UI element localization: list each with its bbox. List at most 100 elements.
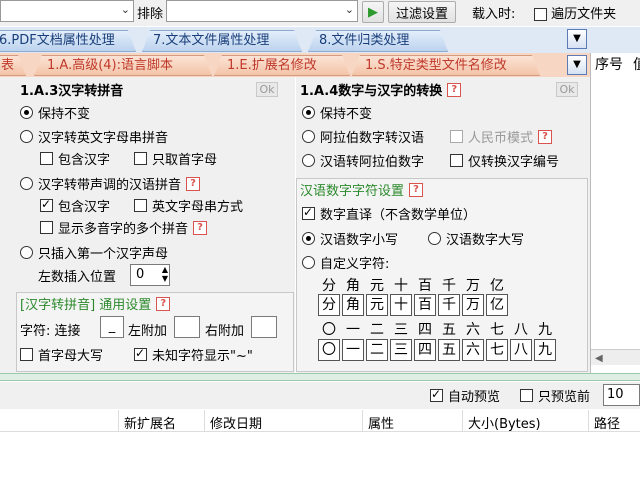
- unit-input[interactable]: 千: [438, 294, 460, 316]
- radio[interactable]: [20, 246, 33, 259]
- checkbox[interactable]: [134, 152, 147, 165]
- tab-classify[interactable]: 8.文件归类处理: [308, 30, 448, 52]
- digit-input[interactable]: 九: [534, 339, 556, 361]
- cb-literal[interactable]: 数字直译（不含数学单位）: [302, 204, 476, 223]
- digit-input[interactable]: 四: [414, 339, 436, 361]
- digit-input[interactable]: 三: [390, 339, 412, 361]
- unit-input[interactable]: 元: [366, 294, 388, 316]
- pinyin-ok-button[interactable]: Ok: [256, 82, 278, 97]
- radio[interactable]: [302, 106, 315, 119]
- cb-preview-only[interactable]: 只预览前: [520, 386, 590, 405]
- help-icon[interactable]: ?: [193, 220, 208, 235]
- digit-input[interactable]: 七: [486, 339, 508, 361]
- preview-count-input[interactable]: 10: [603, 384, 640, 406]
- checkbox[interactable]: [40, 221, 53, 234]
- checkbox[interactable]: [40, 152, 53, 165]
- filter-settings-button[interactable]: 过滤设置: [388, 1, 456, 23]
- left-pos-spinner[interactable]: 0 ▲ ▼: [130, 264, 170, 286]
- exclude-combo[interactable]: ⌄: [166, 0, 358, 22]
- unit-input[interactable]: 万: [462, 294, 484, 316]
- checkbox[interactable]: [450, 154, 463, 167]
- cn-group-title: 汉语数字字符设置: [300, 184, 405, 199]
- radio[interactable]: [302, 130, 315, 143]
- play-button[interactable]: ▶: [362, 1, 384, 23]
- digit-input[interactable]: 二: [366, 339, 388, 361]
- checkbox[interactable]: [134, 346, 147, 361]
- help-icon[interactable]: ?: [409, 182, 424, 197]
- cb-multi-pinyin[interactable]: 显示多音字的多个拼音?: [40, 218, 208, 237]
- chevron-down-icon: ⌄: [120, 3, 130, 16]
- spinner-arrows-icon[interactable]: ▲ ▼: [162, 265, 168, 283]
- radio[interactable]: [428, 232, 441, 245]
- digit-input[interactable]: 〇: [318, 339, 340, 361]
- tab-extension[interactable]: 1.E.扩展名修改: [214, 55, 350, 76]
- cb-include-hanzi-2[interactable]: 包含汉字: [40, 196, 110, 215]
- traverse-checkbox[interactable]: 遍历文件夹: [534, 3, 616, 22]
- tab-text[interactable]: 7.文本文件属性处理: [142, 30, 302, 52]
- radio[interactable]: [302, 232, 315, 245]
- digit-input[interactable]: 六: [462, 339, 484, 361]
- right-add-input[interactable]: [251, 316, 277, 338]
- opt-upper[interactable]: 汉语数字大写: [428, 229, 524, 248]
- unit-input[interactable]: 亿: [486, 294, 508, 316]
- col-modified[interactable]: 修改日期: [210, 413, 262, 432]
- radio[interactable]: [20, 130, 33, 143]
- cb-initial-only[interactable]: 只取首字母: [134, 149, 217, 168]
- connector-input[interactable]: _: [100, 316, 124, 338]
- checkbox[interactable]: [534, 8, 547, 21]
- radio[interactable]: [20, 177, 33, 190]
- cb-unknown-char[interactable]: 未知字符显示"~": [134, 345, 253, 364]
- help-icon[interactable]: ?: [186, 176, 201, 191]
- radio[interactable]: [20, 106, 33, 119]
- col-path[interactable]: 路径: [594, 413, 620, 432]
- help-icon[interactable]: ?: [447, 82, 462, 97]
- tab-table[interactable]: 表: [0, 55, 26, 76]
- opt-cn-to-arabic[interactable]: 汉语转阿拉伯数字: [302, 151, 424, 170]
- cb-include-hanzi[interactable]: 包含汉字: [40, 149, 110, 168]
- digit-input[interactable]: 一: [342, 339, 364, 361]
- col-new-ext[interactable]: 新扩展名: [124, 413, 176, 432]
- digit-input[interactable]: 八: [510, 339, 532, 361]
- checkbox[interactable]: [134, 199, 147, 212]
- opt-initial[interactable]: 只插入第一个汉字声母: [20, 243, 168, 262]
- checkbox[interactable]: [40, 197, 53, 212]
- help-icon[interactable]: ?: [156, 296, 171, 311]
- subtabs-dropdown-button[interactable]: ▼: [567, 55, 587, 75]
- cb-rmb-mode[interactable]: 人民币模式?: [450, 127, 553, 146]
- checkbox[interactable]: [430, 387, 443, 402]
- checkbox[interactable]: [520, 389, 533, 402]
- opt-letters[interactable]: 汉字转英文字母串拼音: [20, 127, 168, 146]
- tab-special-type[interactable]: 1.S.特定类型文件名修改: [352, 55, 540, 76]
- unit-input[interactable]: 百: [414, 294, 436, 316]
- radio[interactable]: [302, 154, 315, 167]
- filter-combo[interactable]: ⌄: [0, 0, 134, 22]
- tabs-dropdown-button[interactable]: ▼: [567, 29, 587, 49]
- help-icon[interactable]: ?: [538, 129, 553, 144]
- splitter[interactable]: [0, 373, 640, 381]
- opt-keep[interactable]: 保持不变: [20, 103, 90, 122]
- horizontal-scrollbar[interactable]: ◀: [591, 349, 640, 365]
- col-size[interactable]: 大小(Bytes): [468, 413, 541, 432]
- col-attr[interactable]: 属性: [368, 413, 394, 432]
- radio[interactable]: [302, 256, 315, 269]
- checkbox[interactable]: [20, 348, 33, 361]
- opt-custom[interactable]: 自定义字符:: [302, 253, 389, 272]
- cb-letter-mode[interactable]: 英文字母串方式: [134, 196, 243, 215]
- checkbox[interactable]: [450, 130, 463, 143]
- unit-input[interactable]: 分: [318, 294, 340, 316]
- tab-advanced-script[interactable]: 1.A.高级(4):语言脚本: [34, 55, 212, 76]
- cb-only-number[interactable]: 仅转换汉字编号: [450, 151, 559, 170]
- left-add-input[interactable]: [174, 316, 200, 338]
- num-opt-keep[interactable]: 保持不变: [302, 103, 372, 122]
- digit-input[interactable]: 五: [438, 339, 460, 361]
- checkbox[interactable]: [302, 205, 315, 220]
- cb-auto-preview[interactable]: 自动预览: [430, 386, 500, 405]
- tab-pdf[interactable]: 6.PDF文档属性处理: [0, 30, 136, 52]
- unit-input[interactable]: 十: [390, 294, 412, 316]
- opt-lower[interactable]: 汉语数字小写: [302, 229, 398, 248]
- unit-input[interactable]: 角: [342, 294, 364, 316]
- opt-tone[interactable]: 汉字转带声调的汉语拼音?: [20, 174, 201, 193]
- cb-capitalize[interactable]: 首字母大写: [20, 345, 103, 364]
- opt-arabic-to-cn[interactable]: 阿拉伯数字转汉语: [302, 127, 424, 146]
- number-ok-button[interactable]: Ok: [556, 82, 578, 97]
